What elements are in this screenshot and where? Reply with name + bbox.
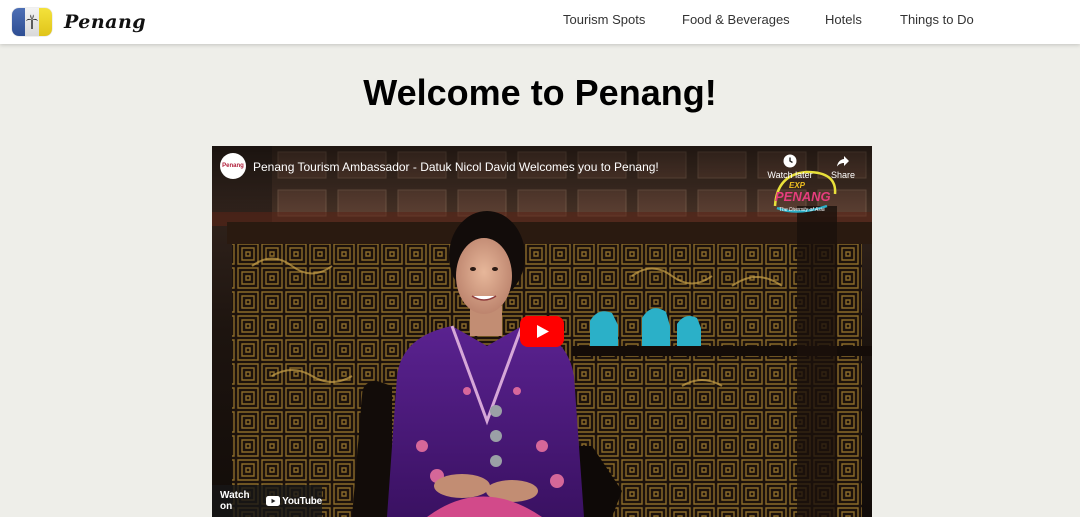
play-icon[interactable]: [520, 316, 564, 347]
svg-text:PENANG: PENANG: [775, 189, 831, 204]
svg-text:The Diversity of Asia: The Diversity of Asia: [779, 207, 825, 213]
youtube-logo: YouTube: [266, 496, 322, 507]
main-nav: Tourism Spots Food & Beverages Hotels Th…: [0, 0, 1080, 44]
youtube-video-embed[interactable]: Penang Penang Tourism Ambassador - Datuk…: [212, 146, 872, 517]
youtube-logo-icon: [266, 496, 281, 506]
navbar: Penang Tourism Spots Food & Beverages Ho…: [0, 0, 1080, 44]
clock-icon: [783, 154, 797, 168]
watch-on-label: Watch on: [220, 490, 250, 512]
watch-later-label: Watch later: [767, 170, 813, 180]
nav-link-hotels[interactable]: Hotels: [825, 12, 862, 27]
video-title[interactable]: Penang Tourism Ambassador - Datuk Nicol …: [253, 160, 659, 174]
nav-link-food-beverages[interactable]: Food & Beverages: [682, 12, 790, 27]
page-title: Welcome to Penang!: [363, 72, 717, 113]
nav-link-tourism-spots[interactable]: Tourism Spots: [563, 12, 645, 27]
share-button[interactable]: Share: [818, 154, 868, 180]
watch-later-button[interactable]: Watch later: [765, 154, 815, 180]
youtube-label: YouTube: [282, 495, 322, 507]
watch-on-youtube-button[interactable]: Watch on YouTube: [212, 485, 322, 517]
share-label: Share: [830, 170, 856, 180]
channel-logo[interactable]: Penang: [220, 153, 246, 179]
nav-link-things-to-do[interactable]: Things to Do: [900, 12, 974, 27]
share-arrow-icon: [837, 156, 849, 167]
